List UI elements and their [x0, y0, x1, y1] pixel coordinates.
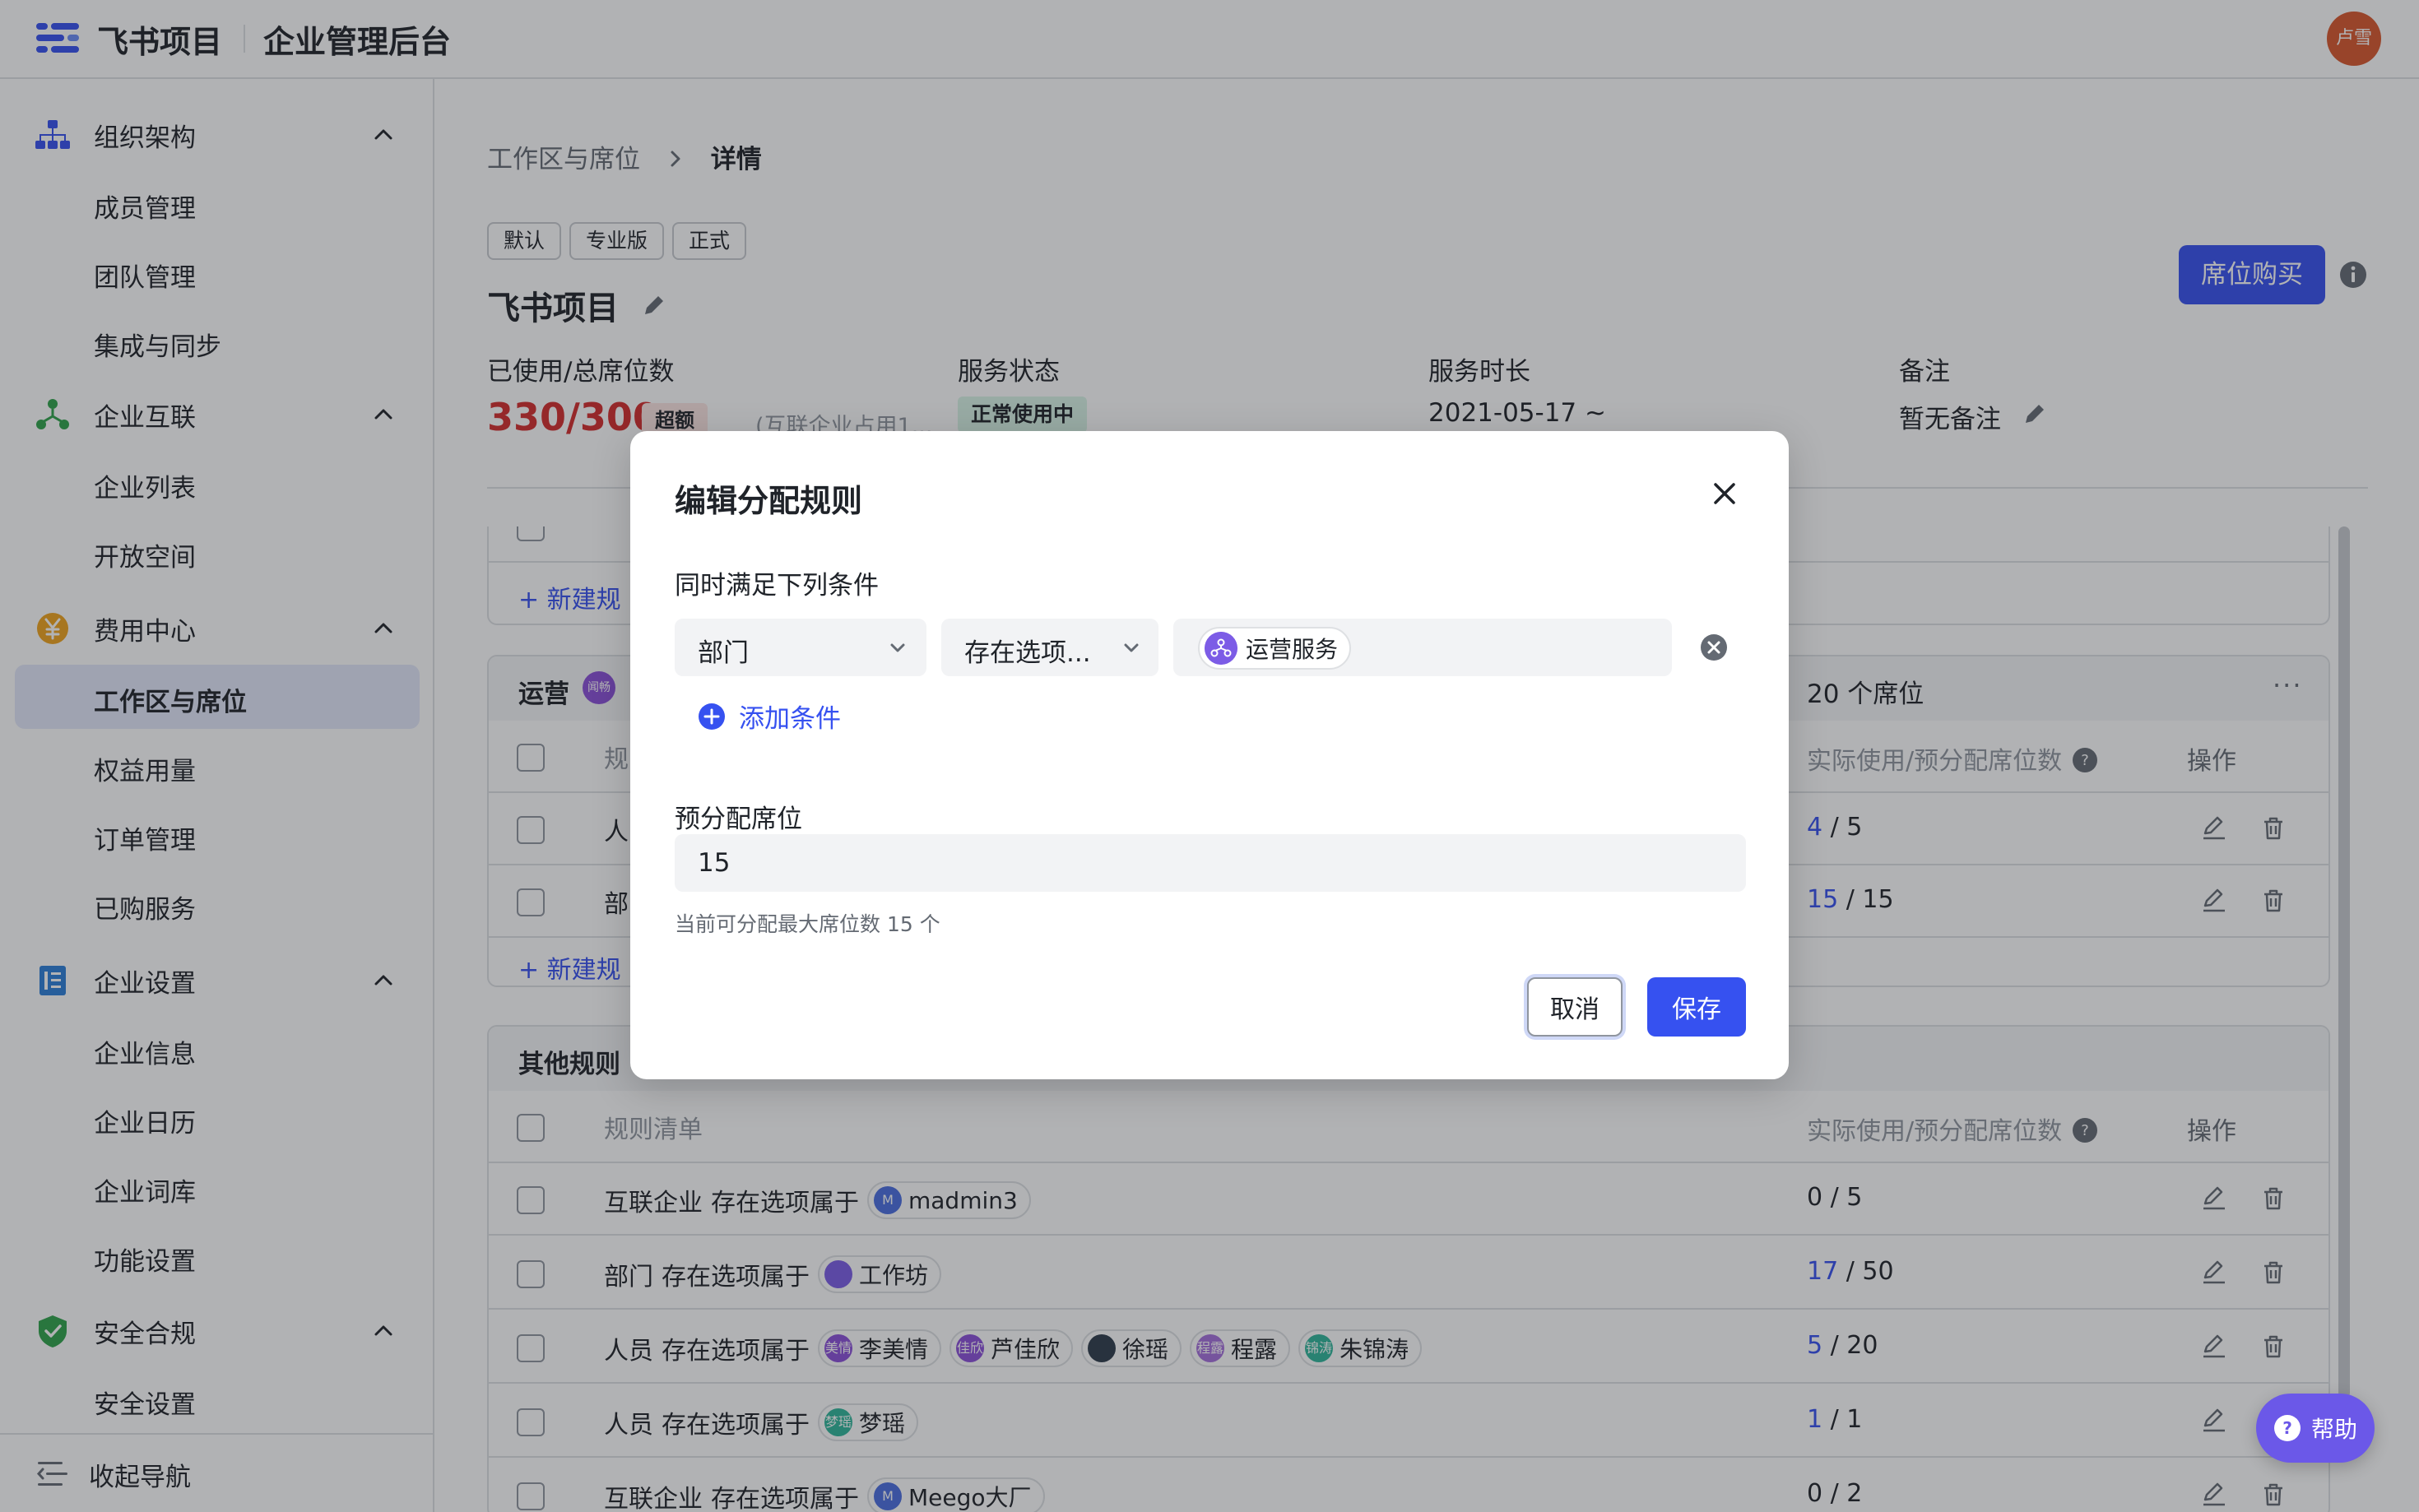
dialog-title: 编辑分配规则 [675, 483, 863, 519]
chevron-down-icon [890, 643, 905, 652]
value-select[interactable]: 运营服务 [1173, 619, 1672, 676]
value-chip-label: 运营服务 [1246, 636, 1339, 663]
operator-select-value: 存在选项... [964, 638, 1091, 668]
svg-text:?: ? [2282, 1418, 2292, 1438]
conditions-label: 同时满足下列条件 [675, 571, 879, 601]
prealloc-label: 预分配席位 [675, 805, 802, 834]
field-select[interactable]: 部门 [675, 619, 926, 676]
save-button[interactable]: 保存 [1647, 977, 1746, 1037]
prealloc-hint: 当前可分配最大席位数 15 个 [675, 912, 940, 936]
value-chip[interactable]: 运营服务 [1198, 627, 1352, 670]
help-question-icon: ? [2273, 1415, 2301, 1441]
field-select-value: 部门 [698, 638, 749, 668]
prealloc-seats-input[interactable] [675, 834, 1746, 892]
chevron-down-icon [1124, 643, 1139, 652]
remove-condition-icon[interactable] [1700, 633, 1728, 661]
plus-circle-icon [699, 703, 725, 730]
department-icon [1205, 632, 1237, 665]
add-condition-button[interactable]: 添加条件 [698, 698, 841, 735]
help-label: 帮助 [2310, 1416, 2357, 1443]
add-condition-label: 添加条件 [739, 704, 841, 734]
close-icon[interactable] [1708, 477, 1741, 510]
operator-select[interactable]: 存在选项... [941, 619, 1158, 676]
help-button[interactable]: ? 帮助 [2256, 1394, 2375, 1463]
edit-rule-dialog: 编辑分配规则 同时满足下列条件 部门 存在选项... 运营服务 添加条件 预分配… [630, 431, 1789, 1079]
cancel-button[interactable]: 取消 [1527, 977, 1623, 1037]
